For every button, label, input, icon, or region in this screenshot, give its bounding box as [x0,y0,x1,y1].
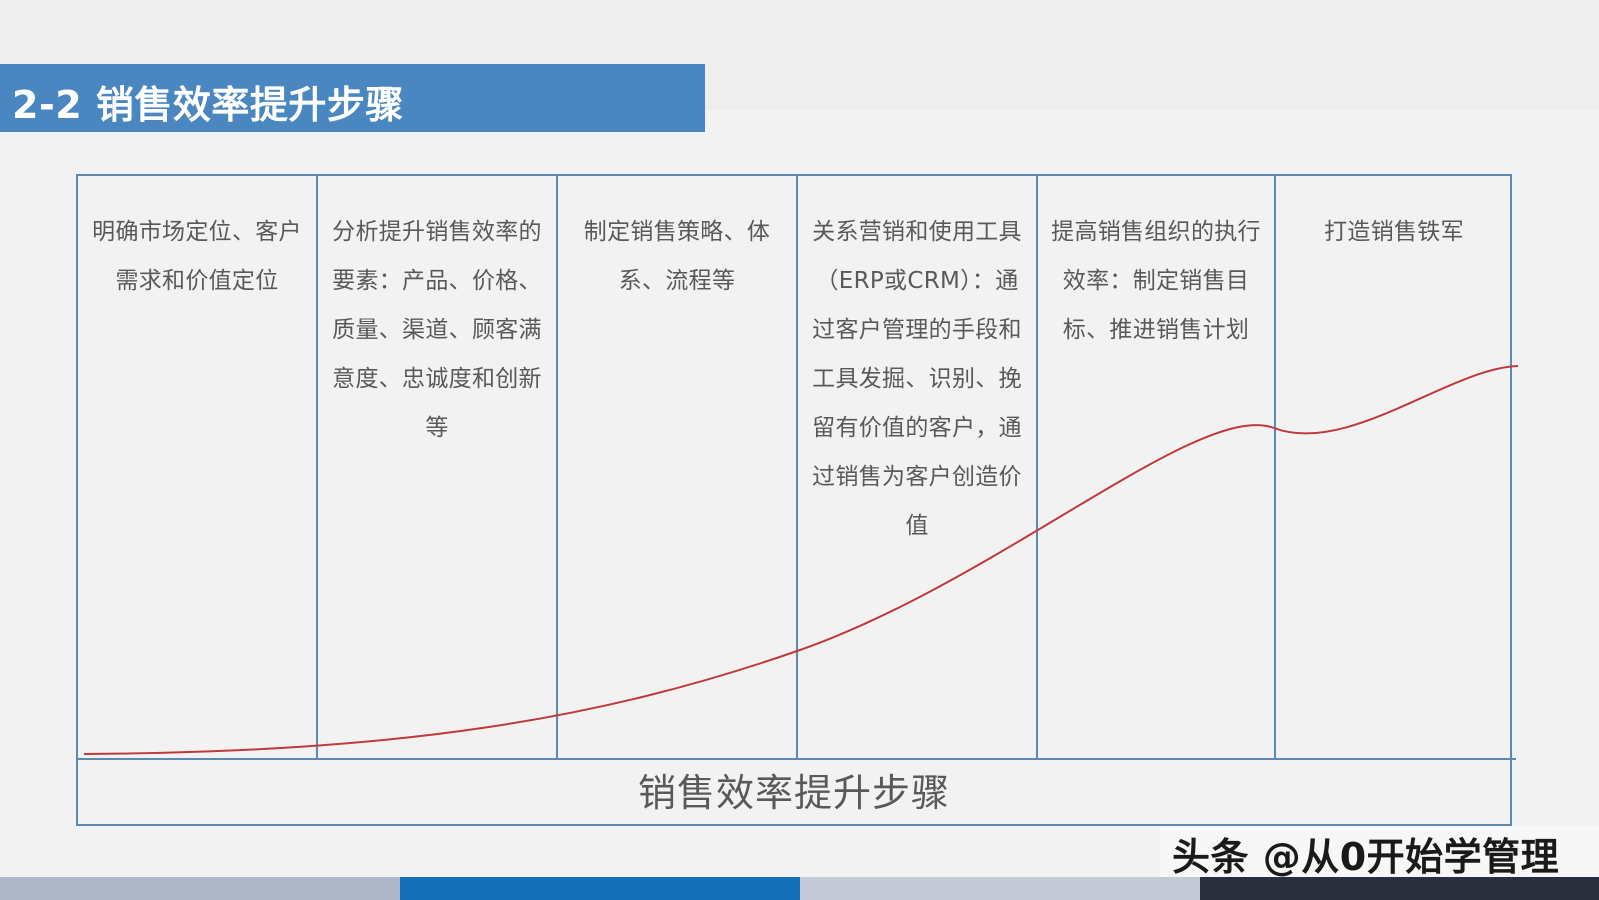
bottom-strip-3 [800,877,1200,900]
watermark: 头条 @从0开始学管理 [1172,835,1560,879]
bottom-strip-2 [400,877,800,900]
bottom-strip-1 [0,877,400,900]
diagram-caption: 销售效率提升步骤 [637,771,950,815]
growth-s-curve [83,365,1519,755]
